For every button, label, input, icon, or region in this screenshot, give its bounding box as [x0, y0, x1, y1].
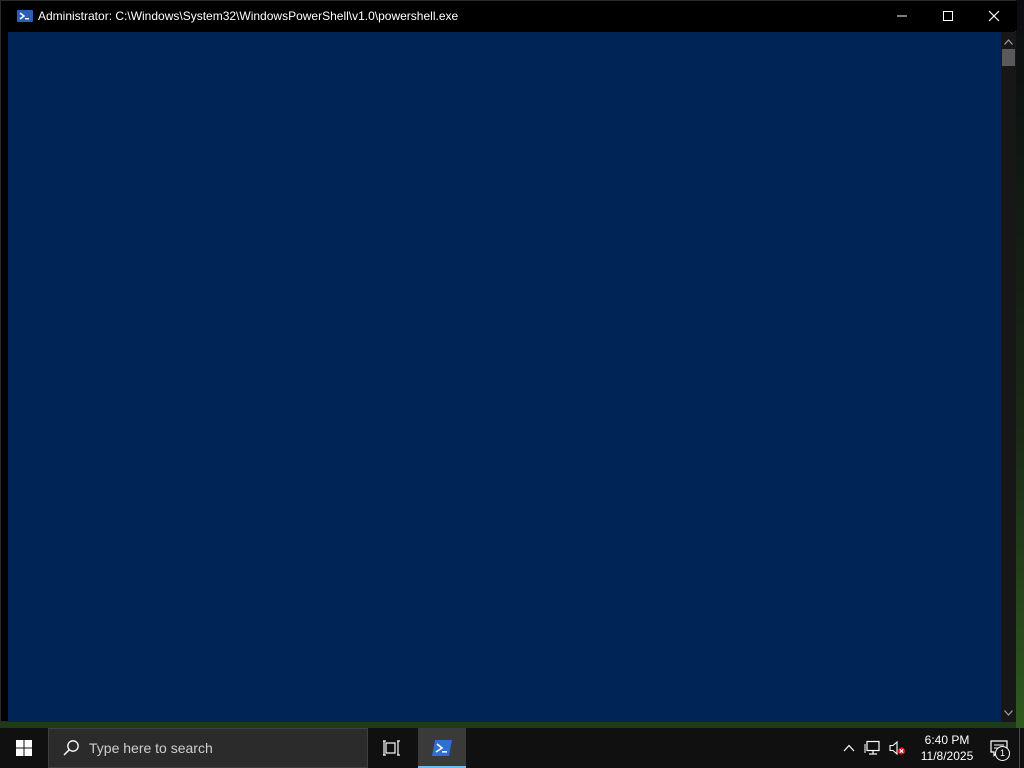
volume-button[interactable]: [885, 728, 909, 768]
maximize-button[interactable]: [925, 1, 971, 31]
show-desktop-button[interactable]: [1019, 728, 1024, 768]
volume-muted-icon: [889, 740, 906, 756]
maximize-icon: [943, 11, 953, 21]
chevron-down-icon: [1004, 709, 1013, 716]
taskbar: Type here to search 6:40 PM 11/8/2025 1: [0, 728, 1024, 768]
caption-buttons: [879, 1, 1017, 31]
search-placeholder: Type here to search: [89, 740, 213, 756]
powershell-window[interactable]: Administrator: C:\Windows\System32\Windo…: [0, 0, 1017, 722]
windows-logo-icon: [16, 740, 32, 756]
show-hidden-icons-button[interactable]: [837, 728, 861, 768]
minimize-icon: [897, 15, 907, 17]
vertical-scrollbar[interactable]: [1001, 32, 1016, 722]
taskbar-clock[interactable]: 6:40 PM 11/8/2025: [915, 728, 979, 768]
scroll-down-button[interactable]: [1001, 705, 1016, 720]
powershell-icon[interactable]: [17, 8, 33, 24]
network-icon: [864, 740, 880, 755]
minimize-button[interactable]: [879, 1, 925, 31]
taskbar-app-powershell[interactable]: [418, 728, 466, 768]
scrollbar-thumb[interactable]: [1002, 49, 1015, 66]
scroll-up-button[interactable]: [1001, 34, 1016, 49]
clock-time: 6:40 PM: [924, 733, 970, 747]
system-tray: 6:40 PM 11/8/2025 1: [837, 728, 1024, 768]
powershell-icon: [432, 740, 452, 756]
notification-count-badge: 1: [995, 746, 1010, 761]
task-view-button[interactable]: [368, 728, 416, 768]
close-icon: [988, 10, 1000, 22]
taskbar-search-box[interactable]: Type here to search: [48, 728, 368, 768]
search-icon: [61, 738, 81, 758]
chevron-up-icon: [1004, 38, 1013, 45]
network-button[interactable]: [861, 728, 885, 768]
window-title: Administrator: C:\Windows\System32\Windo…: [38, 9, 459, 23]
chevron-up-icon: [843, 744, 855, 752]
clock-date: 11/8/2025: [920, 749, 974, 763]
desktop-wallpaper-edge: [1016, 0, 1024, 728]
task-view-icon: [383, 740, 400, 756]
start-button[interactable]: [0, 728, 48, 768]
close-button[interactable]: [971, 1, 1017, 31]
console-area[interactable]: [8, 32, 1001, 722]
title-bar[interactable]: Administrator: C:\Windows\System32\Windo…: [1, 1, 1017, 31]
action-center-button[interactable]: 1: [979, 728, 1019, 768]
